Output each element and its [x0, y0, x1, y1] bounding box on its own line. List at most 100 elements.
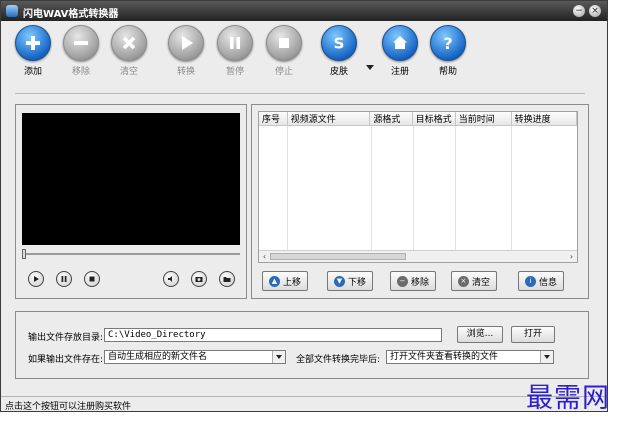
skin-dropdown-arrow-icon[interactable]: [366, 65, 374, 70]
move-down-button[interactable]: ▼ 下移: [327, 271, 373, 291]
seek-knob[interactable]: [22, 249, 26, 259]
remove-label: 移除: [71, 67, 90, 77]
col-target-format-header[interactable]: 目标格式: [412, 112, 456, 126]
clear-icon: ×: [457, 275, 469, 287]
scroll-left-icon[interactable]: ‹: [259, 251, 270, 262]
volume-button[interactable]: [163, 271, 179, 287]
player-play-button[interactable]: [28, 271, 44, 287]
after-convert-select[interactable]: 打开文件夹查看转换的文件: [386, 350, 554, 364]
clear-button[interactable]: 清空: [107, 25, 151, 77]
skin-button[interactable]: S 皮肤: [317, 25, 361, 77]
remove-button[interactable]: 移除: [59, 25, 103, 77]
svg-text:?: ?: [443, 34, 452, 53]
pause-icon: [217, 25, 253, 61]
folder-icon: [223, 277, 231, 282]
close-button[interactable]: ×: [589, 5, 601, 17]
add-label: 添加: [23, 67, 42, 77]
stop-icon: [266, 25, 302, 61]
grid-line: [371, 126, 372, 250]
browse-button[interactable]: 浏览...: [457, 326, 503, 343]
scrollbar-thumb[interactable]: [270, 253, 406, 260]
list-remove-button[interactable]: − 移除: [390, 271, 436, 291]
file-list[interactable]: 序号 视频源文件 源格式 目标格式 当前时间 转换进度 ‹ ›: [258, 111, 578, 263]
col-progress-header[interactable]: 转换进度: [511, 112, 577, 126]
minus-icon: [63, 25, 99, 61]
after-convert-label: 全部文件转换完毕后:: [296, 355, 381, 365]
move-down-label: 下移: [347, 277, 366, 288]
file-list-panel: 序号 视频源文件 源格式 目标格式 当前时间 转换进度 ‹ › ▲ 上移 ▼ 下…: [251, 104, 589, 299]
clear-x-icon: [111, 25, 147, 61]
stop-label: 停止: [274, 67, 293, 77]
skin-label: 皮肤: [329, 67, 348, 77]
after-convert-value: 打开文件夹查看转换的文件: [390, 352, 499, 362]
help-button[interactable]: ? 帮助: [426, 25, 470, 77]
toolbar-divider: [15, 93, 585, 94]
home-icon: [382, 25, 418, 61]
question-icon: ?: [430, 25, 466, 61]
window-title: 闪电WAV格式转换器: [23, 9, 119, 20]
app-window: 闪电WAV格式转换器 − × 添加 移除 清空 转换 暂停 停止 S 皮肤 注册…: [0, 0, 608, 412]
svg-text:S: S: [334, 35, 345, 53]
play-icon: [168, 25, 204, 61]
seek-track: [22, 253, 240, 255]
register-label: 注册: [390, 67, 409, 77]
register-button[interactable]: 注册: [378, 25, 422, 77]
list-clear-label: 清空: [471, 277, 490, 288]
clear-label: 清空: [119, 67, 138, 77]
open-dir-button[interactable]: 打开: [511, 326, 555, 343]
help-label: 帮助: [438, 67, 457, 77]
app-icon: [6, 5, 18, 17]
up-arrow-icon: ▲: [268, 275, 280, 287]
convert-button[interactable]: 转换: [164, 25, 208, 77]
volume-icon: [168, 276, 172, 282]
list-remove-label: 移除: [410, 277, 429, 288]
chevron-down-icon: [540, 351, 553, 363]
list-clear-button[interactable]: × 清空: [451, 271, 497, 291]
output-settings-panel: 输出文件存放目录: C:\Video_Directory 浏览... 打开 如果…: [15, 311, 589, 379]
file-exists-label: 如果输出文件存在:: [28, 355, 104, 365]
preview-panel: [15, 104, 247, 299]
move-up-label: 上移: [282, 277, 301, 288]
output-dir-field[interactable]: C:\Video_Directory: [104, 328, 442, 342]
stop-button[interactable]: 停止: [262, 25, 306, 77]
status-bar: 点击这个按钮可以注册购买软件: [1, 396, 607, 411]
move-up-button[interactable]: ▲ 上移: [262, 271, 308, 291]
play-icon: [34, 276, 39, 282]
screenshot-icon: [195, 277, 203, 282]
video-preview: [22, 113, 240, 245]
col-current-time-header[interactable]: 当前时间: [455, 112, 512, 126]
pause-label: 暂停: [225, 67, 244, 77]
output-dir-label: 输出文件存放目录:: [28, 333, 104, 343]
col-source-format-header[interactable]: 源格式: [369, 112, 413, 126]
stop-icon: [89, 276, 95, 282]
scroll-right-icon[interactable]: ›: [566, 251, 577, 262]
plus-icon: [15, 25, 51, 61]
info-button[interactable]: i 信息: [518, 271, 564, 291]
pause-icon: [61, 276, 67, 282]
convert-label: 转换: [176, 67, 195, 77]
info-icon: i: [524, 275, 536, 287]
add-button[interactable]: 添加: [11, 25, 55, 77]
col-index-header[interactable]: 序号: [259, 112, 288, 126]
col-source-file-header[interactable]: 视频源文件: [287, 112, 371, 126]
grid-line: [511, 126, 512, 250]
snapshot-button[interactable]: [191, 271, 207, 287]
player-stop-button[interactable]: [84, 271, 100, 287]
info-label: 信息: [538, 277, 557, 288]
skin-s-icon: S: [321, 25, 357, 61]
open-folder-button[interactable]: [219, 271, 235, 287]
chevron-down-icon: [272, 351, 285, 363]
remove-icon: −: [396, 275, 408, 287]
grid-line: [413, 126, 414, 250]
horizontal-scrollbar[interactable]: ‹ ›: [259, 250, 577, 262]
player-pause-button[interactable]: [56, 271, 72, 287]
toolbar: 添加 移除 清空 转换 暂停 停止 S 皮肤 注册 ? 帮助: [1, 21, 607, 79]
seek-bar[interactable]: [22, 249, 240, 259]
title-bar[interactable]: 闪电WAV格式转换器 − ×: [1, 1, 607, 21]
pause-button[interactable]: 暂停: [213, 25, 257, 77]
file-list-header: 序号 视频源文件 源格式 目标格式 当前时间 转换进度: [259, 112, 577, 126]
minimize-button[interactable]: −: [573, 5, 585, 17]
watermark: 最需网: [526, 383, 610, 414]
grid-line: [455, 126, 456, 250]
file-exists-select[interactable]: 自动生成相应的新文件名: [104, 350, 286, 364]
